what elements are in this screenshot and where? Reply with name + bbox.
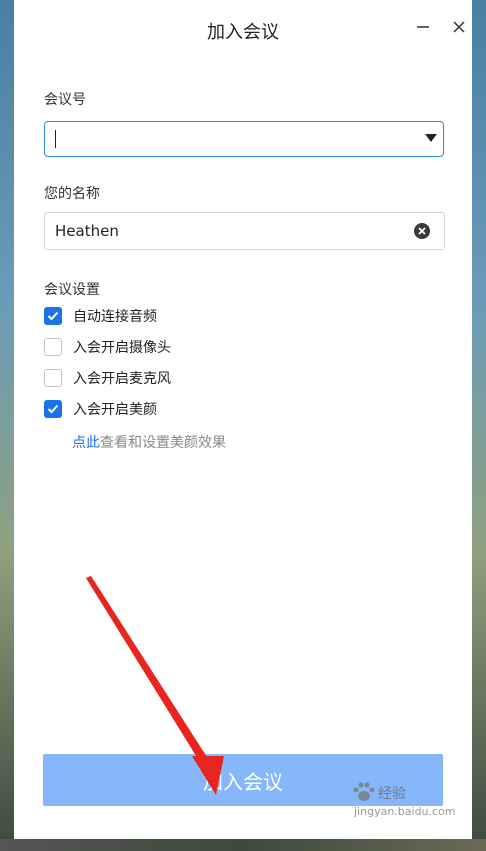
checkbox-checked[interactable]: [44, 400, 62, 418]
minimize-button[interactable]: [410, 14, 436, 40]
display-name-field[interactable]: Heathen: [44, 212, 445, 250]
mic-on-join-option[interactable]: 入会开启麦克风: [44, 367, 171, 389]
option-label: 自动连接音频: [73, 309, 157, 325]
watermark-url: jingyan.baidu.com: [354, 805, 456, 818]
meeting-id-label: 会议号: [44, 92, 86, 108]
close-icon: [453, 21, 465, 33]
beauty-settings-link[interactable]: 点此: [72, 435, 100, 451]
text-caret: [55, 130, 56, 148]
dialog-title: 加入会议: [207, 22, 279, 43]
display-name-input[interactable]: Heathen: [55, 213, 395, 249]
checkbox-unchecked[interactable]: [44, 369, 62, 387]
chevron-down-icon[interactable]: [425, 134, 437, 142]
minimize-icon: [417, 26, 429, 28]
auto-connect-audio-option[interactable]: 自动连接音频: [44, 305, 157, 327]
desktop-background-bottom: [0, 839, 486, 851]
desktop-background-right: [472, 0, 486, 851]
beauty-on-join-option[interactable]: 入会开启美颜: [44, 398, 157, 420]
checkbox-unchecked[interactable]: [44, 338, 62, 356]
watermark-brand: 经验: [378, 786, 406, 802]
join-meeting-dialog: 加入会议 会议号 您的名称 Heathen 会议设置 自动连接音频 入会开启摄像…: [14, 0, 472, 839]
title-bar: 加入会议: [14, 0, 472, 58]
baidu-jingyan-watermark: 经验 jingyan.baidu.com: [352, 781, 456, 825]
option-label: 入会开启摄像头: [73, 340, 171, 356]
beauty-hint: 点此查看和设置美颜效果: [72, 432, 226, 452]
meeting-settings-label: 会议设置: [44, 282, 100, 298]
camera-on-join-option[interactable]: 入会开启摄像头: [44, 336, 171, 358]
desktop-background-left: [0, 0, 14, 851]
close-button[interactable]: [446, 14, 472, 40]
option-label: 入会开启麦克风: [73, 371, 171, 387]
meeting-id-combobox[interactable]: [44, 121, 444, 158]
checkmark-icon: [47, 404, 59, 414]
checkbox-checked[interactable]: [44, 307, 62, 325]
checkmark-icon: [47, 311, 59, 321]
option-label: 入会开启美颜: [73, 402, 157, 418]
clear-icon: [418, 227, 426, 235]
paw-logo-icon: [353, 782, 375, 801]
beauty-hint-text: 查看和设置美颜效果: [100, 435, 226, 451]
meeting-id-input[interactable]: [53, 122, 417, 158]
clear-name-button[interactable]: [414, 223, 430, 239]
display-name-label: 您的名称: [44, 186, 100, 202]
